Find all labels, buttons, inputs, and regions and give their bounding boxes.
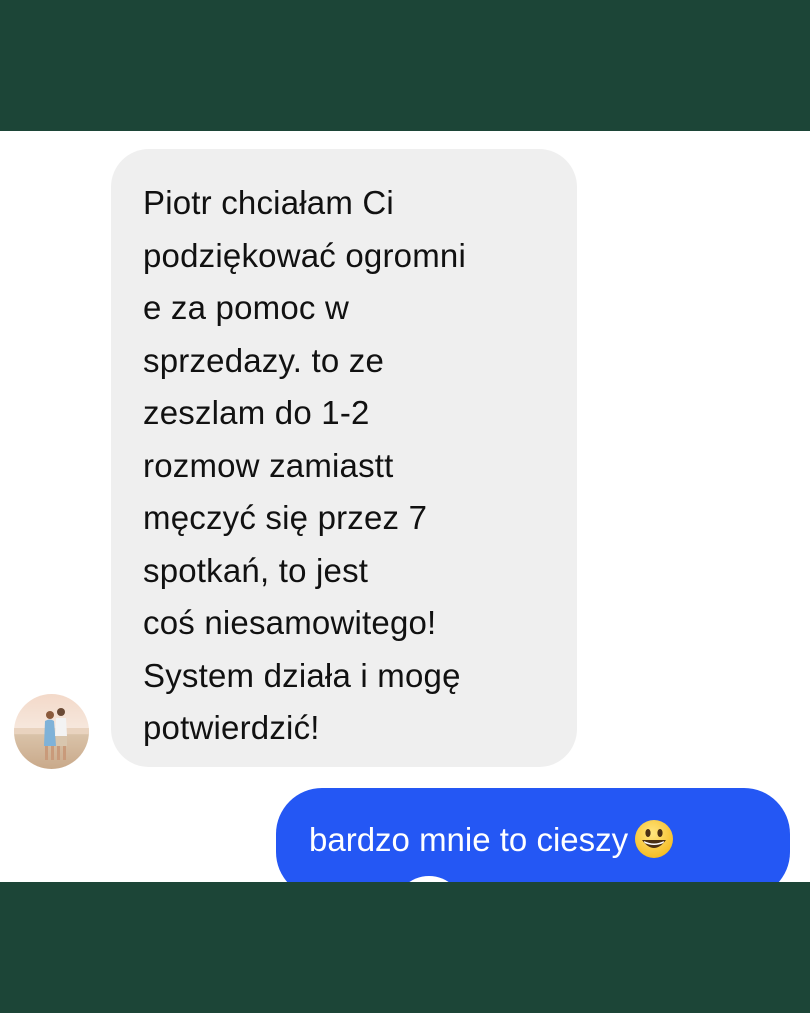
incoming-message-bubble[interactable]: Piotr chciałam Ci podziękować ogromni e … xyxy=(111,149,577,767)
outgoing-message-text: bardzo mnie to cieszy xyxy=(309,821,629,858)
sender-avatar[interactable] xyxy=(14,694,89,769)
screenshot-frame: Piotr chciałam Ci podziękować ogromni e … xyxy=(0,0,810,1013)
incoming-message-text: Piotr chciałam Ci podziękować ogromni e … xyxy=(143,184,466,746)
avatar-photo-icon xyxy=(14,694,89,769)
reaction-badge[interactable] xyxy=(394,876,464,882)
grinning-face-emoji-icon xyxy=(634,819,674,859)
chat-thread[interactable]: Piotr chciałam Ci podziękować ogromni e … xyxy=(0,131,810,882)
outgoing-message-bubble[interactable]: bardzo mnie to cieszy xyxy=(276,788,790,882)
